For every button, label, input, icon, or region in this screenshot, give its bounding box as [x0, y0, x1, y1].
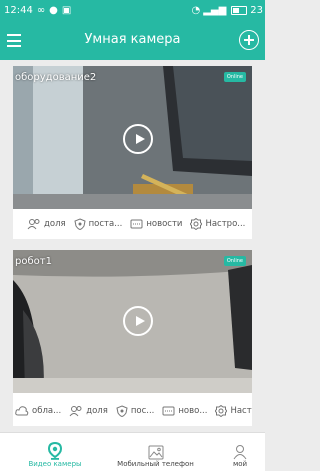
share-label: доля — [44, 219, 66, 229]
nav-mine[interactable]: мой — [220, 433, 260, 471]
cloud-icon — [15, 406, 29, 416]
guard-action[interactable]: пос... — [116, 405, 155, 417]
message-icon — [162, 406, 175, 415]
gallery-icon — [148, 445, 163, 460]
online-badge: Online — [223, 72, 246, 82]
shield-icon — [74, 218, 86, 230]
camera-name: робот1 — [15, 256, 52, 267]
settings-label: Настро... — [205, 219, 246, 229]
battery-level: 23 — [250, 5, 263, 16]
guard-action[interactable]: поста... — [74, 218, 123, 230]
share-users-icon — [27, 219, 40, 230]
news-action[interactable]: ново... — [162, 406, 207, 417]
status-bar: 12:44 ∞ ● ▣ ◔ ▂▄▆ 23 — [0, 0, 265, 22]
signal-icon: ▂▄▆ — [203, 5, 227, 16]
message-icon — [130, 219, 143, 228]
user-icon — [233, 445, 247, 460]
nav-mobile-phone[interactable]: Мобильный телефон — [108, 433, 203, 471]
camera-preview[interactable]: оборудование2 Online — [13, 66, 252, 209]
camera-actions: обла... доля пос... ново... Наст... — [13, 405, 252, 417]
share-action[interactable]: доля — [27, 218, 66, 230]
image-icon: ▣ — [61, 5, 72, 16]
shield-icon — [116, 405, 128, 417]
news-action[interactable]: новости — [130, 219, 182, 230]
camera-actions: доля поста... новости Настро... — [13, 218, 252, 230]
play-button[interactable] — [123, 306, 153, 336]
nav-video-cameras-label: Видео камеры — [28, 460, 82, 468]
nav-video-cameras[interactable]: Видео камеры — [20, 433, 90, 471]
status-time: 12:44 — [4, 5, 33, 16]
nav-mobile-phone-label: Мобильный телефон — [117, 460, 194, 468]
camera-card: оборудование2 Online доля поста... новос… — [13, 66, 252, 239]
wifi-icon: ◔ — [191, 5, 201, 16]
camera-card: робот1 Online обла... доля пос... ново..… — [13, 250, 252, 426]
gear-icon — [190, 218, 203, 230]
cloud-label: обла... — [32, 406, 62, 416]
location-pin-icon — [48, 442, 62, 460]
guard-label: поста... — [88, 219, 123, 229]
online-badge: Online — [223, 256, 246, 266]
chat-icon: ● — [49, 5, 58, 16]
camera-name: оборудование2 — [15, 72, 97, 83]
gear-icon — [215, 405, 228, 417]
nav-mine-label: мой — [232, 460, 248, 468]
bottom-navigation: Видео камеры Мобильный телефон мой — [0, 432, 265, 471]
settings-action[interactable]: Наст... — [215, 405, 252, 417]
settings-label: Наст... — [230, 406, 252, 416]
news-label: ново... — [178, 406, 208, 416]
share-action[interactable]: доля — [69, 405, 108, 417]
settings-action[interactable]: Настро... — [190, 218, 245, 230]
battery-icon — [231, 6, 248, 15]
link-icon: ∞ — [36, 5, 46, 16]
cloud-action[interactable]: обла... — [15, 405, 61, 417]
play-button[interactable] — [123, 124, 153, 154]
share-label: доля — [86, 406, 108, 416]
news-label: новости — [146, 219, 183, 229]
share-users-icon — [69, 406, 82, 417]
guard-label: пос... — [130, 406, 155, 416]
camera-preview[interactable]: робот1 Online — [13, 250, 252, 393]
app-header: Умная камера — [0, 22, 265, 60]
page-title: Умная камера — [84, 32, 181, 47]
add-camera-button[interactable] — [239, 30, 259, 50]
